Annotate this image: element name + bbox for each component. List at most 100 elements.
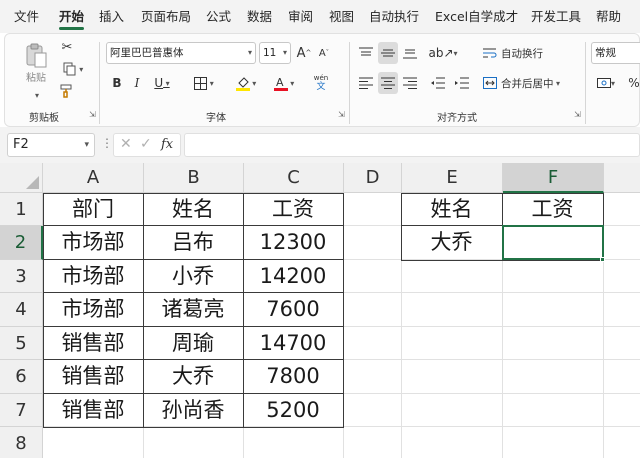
format-painter-button[interactable] xyxy=(59,82,75,100)
menu-view[interactable]: 视图 xyxy=(329,0,354,33)
font-color-button[interactable]: A ▾ xyxy=(269,73,299,93)
cell-b2[interactable]: 吕布 xyxy=(143,226,243,259)
middle-align-button[interactable] xyxy=(378,42,398,64)
column-header-e[interactable]: E xyxy=(402,163,503,193)
column-header-c[interactable]: C xyxy=(244,163,344,193)
percent-format-button[interactable]: % xyxy=(625,72,640,94)
menu-home[interactable]: 开始 xyxy=(59,0,85,33)
cell-b1[interactable]: 姓名 xyxy=(143,193,243,225)
paste-dropdown-icon[interactable]: ▾ xyxy=(32,90,42,100)
cell-f1[interactable]: 工资 xyxy=(502,193,603,225)
cell-a4[interactable]: 市场部 xyxy=(43,293,143,326)
menu-developer[interactable]: 开发工具 xyxy=(531,0,581,33)
name-box[interactable]: F2 ▾ xyxy=(7,133,95,157)
cell-b4[interactable]: 诸葛亮 xyxy=(143,293,243,326)
cell-b6[interactable]: 大乔 xyxy=(143,360,243,393)
cell-b3[interactable]: 小乔 xyxy=(143,260,243,292)
borders-button[interactable]: ▾ xyxy=(189,73,219,93)
confirm-icon[interactable]: ✓ xyxy=(140,136,152,152)
wrap-text-button[interactable]: 自动换行 xyxy=(483,42,555,64)
orientation-icon: ab↗ xyxy=(428,46,454,60)
cancel-icon[interactable]: ✕ xyxy=(120,136,132,152)
decrease-font-button[interactable]: Aˇ xyxy=(315,43,333,63)
insert-function-icon[interactable]: fx xyxy=(161,137,173,152)
font-name-select[interactable]: 阿里巴巴普惠体 ▾ xyxy=(106,42,256,64)
cell-c1[interactable]: 工资 xyxy=(243,193,343,225)
menu-automate[interactable]: 自动执行 xyxy=(369,0,419,33)
cell-c5[interactable]: 14700 xyxy=(243,327,343,359)
paste-icon xyxy=(26,43,47,67)
cell-a5[interactable]: 销售部 xyxy=(43,327,143,359)
cut-button[interactable]: ✂ xyxy=(59,38,75,56)
font-size-select[interactable]: 11 ▾ xyxy=(259,42,291,64)
copy-button[interactable]: ▾ xyxy=(59,60,87,78)
font-launcher-icon[interactable]: ⇲ xyxy=(338,110,345,119)
row-header-6[interactable]: 6 xyxy=(0,360,43,394)
menu-formulas[interactable]: 公式 xyxy=(206,0,231,33)
row-header-1[interactable]: 1 xyxy=(0,193,43,226)
top-align-button[interactable] xyxy=(356,42,376,64)
column-header-a[interactable]: A xyxy=(43,163,144,193)
menu-help[interactable]: 帮助 xyxy=(596,0,621,33)
menu-page-layout[interactable]: 页面布局 xyxy=(141,0,191,33)
cell-e1[interactable]: 姓名 xyxy=(401,193,502,225)
cell-c4[interactable]: 7600 xyxy=(243,293,343,326)
cell-a3[interactable]: 市场部 xyxy=(43,260,143,292)
cell-a6[interactable]: 销售部 xyxy=(43,360,143,393)
formula-input[interactable] xyxy=(184,133,640,157)
cell-b7[interactable]: 孙尚香 xyxy=(143,394,243,426)
column-header-b[interactable]: B xyxy=(144,163,244,193)
row-header-2[interactable]: 2 xyxy=(0,226,43,260)
menu-file[interactable]: 文件 xyxy=(14,0,39,33)
row-header-8[interactable]: 8 xyxy=(0,427,43,458)
decrease-indent-button[interactable] xyxy=(428,72,448,94)
row-header-5[interactable]: 5 xyxy=(0,327,43,360)
cell-c2[interactable]: 12300 xyxy=(243,226,343,259)
align-center-icon xyxy=(381,77,395,89)
select-all-button[interactable] xyxy=(0,163,43,193)
row-header-7[interactable]: 7 xyxy=(0,394,43,427)
cell-a1[interactable]: 部门 xyxy=(43,193,143,225)
paste-button[interactable]: 粘贴 xyxy=(21,39,51,87)
menu-data[interactable]: 数据 xyxy=(247,0,272,33)
menu-excel-self-study[interactable]: Excel自学成才 xyxy=(435,0,518,33)
active-cell-selection[interactable] xyxy=(502,225,604,260)
align-right-button[interactable] xyxy=(400,72,420,94)
chevron-down-icon: ▾ xyxy=(163,78,170,88)
orientation-button[interactable]: ab↗ ▾ xyxy=(428,42,458,64)
alignment-launcher-icon[interactable]: ⇲ xyxy=(574,110,581,119)
italic-button[interactable]: I xyxy=(129,73,145,93)
cell-c3[interactable]: 14200 xyxy=(243,260,343,292)
more-options-icon[interactable]: ⋮ xyxy=(101,136,113,150)
bottom-align-button[interactable] xyxy=(400,42,420,64)
fill-handle[interactable] xyxy=(600,257,605,262)
clipboard-launcher-icon[interactable]: ⇲ xyxy=(89,110,96,119)
cell-a2[interactable]: 市场部 xyxy=(43,226,143,259)
row-header-3[interactable]: 3 xyxy=(0,260,43,293)
row-header-4[interactable]: 4 xyxy=(0,293,43,327)
align-center-button[interactable] xyxy=(378,72,398,94)
menu-review[interactable]: 审阅 xyxy=(288,0,313,33)
align-left-icon xyxy=(359,77,373,89)
cell-e2[interactable]: 大乔 xyxy=(401,226,502,259)
column-header-d[interactable]: D xyxy=(344,163,402,193)
underline-button[interactable]: U ▾ xyxy=(149,73,175,93)
column-header-g[interactable] xyxy=(604,163,640,193)
cell-b5[interactable]: 周瑜 xyxy=(143,327,243,359)
sheet-grid[interactable]: A B C D E F 1 2 3 4 5 6 7 8 部门 姓名 工资 市场部… xyxy=(0,163,640,458)
increase-font-button[interactable]: A ^ xyxy=(295,43,313,63)
bold-button[interactable]: B xyxy=(109,73,125,93)
phonetic-guide-button[interactable]: wén 文 xyxy=(308,71,334,95)
menu-insert[interactable]: 插入 xyxy=(99,0,124,33)
fill-color-button[interactable]: ▾ xyxy=(231,73,261,93)
cell-c6[interactable]: 7800 xyxy=(243,360,343,393)
cell-c7[interactable]: 5200 xyxy=(243,394,343,426)
accounting-format-button[interactable]: ▾ xyxy=(595,72,617,94)
fill-color-icon xyxy=(235,76,250,91)
cell-a7[interactable]: 销售部 xyxy=(43,394,143,426)
number-format-select[interactable]: 常规 xyxy=(591,42,640,64)
increase-indent-button[interactable] xyxy=(452,72,472,94)
merge-center-button[interactable]: 合并后居中 ▾ xyxy=(483,72,575,94)
column-header-f[interactable]: F xyxy=(503,163,604,193)
align-left-button[interactable] xyxy=(356,72,376,94)
